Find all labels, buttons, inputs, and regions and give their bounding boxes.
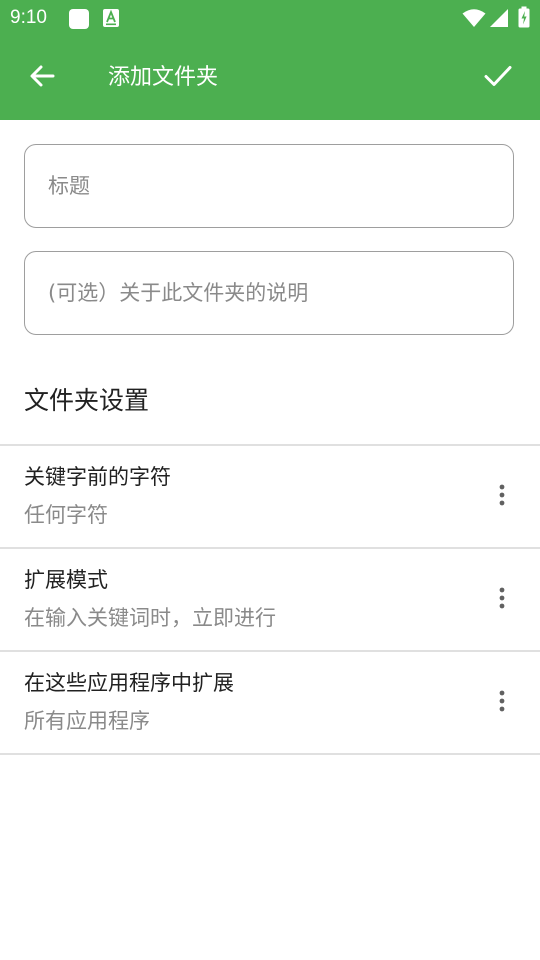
divider <box>0 753 540 755</box>
page-title: 添加文件夹 <box>108 65 219 90</box>
overflow-menu-button[interactable] <box>482 477 522 517</box>
pref-item-summary: 任何字符 <box>24 503 108 527</box>
app-notification-icon <box>68 8 89 29</box>
title-input[interactable] <box>48 145 488 227</box>
pref-item-title: 在这些应用程序中扩展 <box>24 671 234 695</box>
pref-item-expand-mode[interactable]: 扩展模式 在输入关键词时，立即进行 <box>0 549 540 650</box>
settings-section-header: 文件夹设置 <box>24 386 150 415</box>
more-vert-icon <box>498 690 506 716</box>
status-bar: 9:10 <box>0 0 540 36</box>
more-vert-icon <box>498 587 506 613</box>
pref-item-title: 关键字前的字符 <box>24 465 171 489</box>
wifi-icon <box>462 8 486 28</box>
app-bar: 添加文件夹 <box>0 36 540 120</box>
arrow-back-icon <box>28 62 56 94</box>
pref-item-expand-apps[interactable]: 在这些应用程序中扩展 所有应用程序 <box>0 652 540 753</box>
save-button[interactable] <box>474 54 522 102</box>
cell-signal-icon <box>489 8 509 28</box>
more-vert-icon <box>498 484 506 510</box>
overflow-menu-button[interactable] <box>482 683 522 723</box>
back-button[interactable] <box>18 54 66 102</box>
pref-item-summary: 在输入关键词时，立即进行 <box>24 606 276 630</box>
description-field <box>24 251 514 335</box>
title-field <box>24 144 514 228</box>
status-time: 9:10 <box>10 7 47 28</box>
accessibility-notification-icon <box>102 8 122 28</box>
pref-item-keyword-prefix[interactable]: 关键字前的字符 任何字符 <box>0 446 540 547</box>
check-icon <box>483 61 513 95</box>
battery-icon <box>518 6 530 28</box>
description-input[interactable] <box>48 252 488 334</box>
overflow-menu-button[interactable] <box>482 580 522 620</box>
pref-item-summary: 所有应用程序 <box>24 709 150 733</box>
pref-item-title: 扩展模式 <box>24 568 108 592</box>
